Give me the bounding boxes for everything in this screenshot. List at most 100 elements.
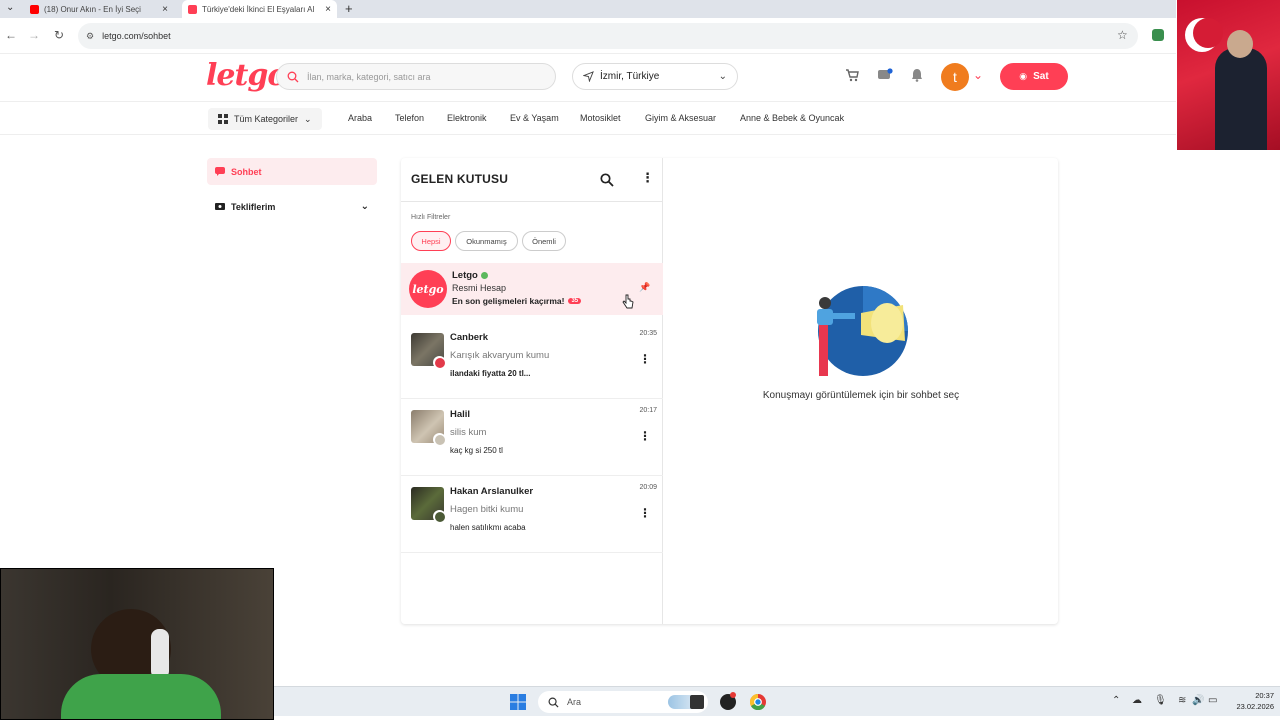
chevron-down-icon: ⌄ (304, 113, 312, 124)
letgo-avatar: letgo (409, 270, 447, 308)
sidebar-item-sohbet[interactable]: Sohbet (207, 158, 377, 185)
letgo-favicon-icon (188, 4, 197, 14)
person-shirt (61, 674, 221, 719)
empty-chat-illustration (817, 286, 908, 376)
volume-icon[interactable]: 🔊 (1192, 695, 1204, 706)
conversation-time: 20:17 (639, 407, 657, 414)
url-text: letgo.com/sohbet (102, 31, 171, 41)
empty-state-text: Konuşmayı görüntülemek için bir sohbet s… (762, 390, 960, 401)
more-options-icon[interactable]: ⋮ (639, 429, 651, 443)
system-clock[interactable]: 20:37 23.02.2026 (1236, 690, 1274, 712)
more-options-icon[interactable]: ⋮ (639, 506, 651, 520)
reload-icon[interactable]: ↻ (51, 28, 67, 42)
portrait-figure (1215, 48, 1267, 150)
hand-cursor-icon (622, 294, 634, 309)
location-select[interactable]: İzmir, Türkiye ⌄ (572, 63, 738, 90)
new-tab-icon[interactable]: + (345, 1, 353, 16)
category-elektronik[interactable]: Elektronik (447, 113, 487, 123)
inbox-header: GELEN KUTUSU ⋮ (401, 158, 663, 202)
search-icon[interactable] (600, 173, 614, 187)
user-avatar[interactable]: t (941, 63, 969, 91)
cart-icon[interactable] (845, 68, 859, 85)
windows-start-icon[interactable] (510, 694, 526, 710)
category-araba[interactable]: Araba (348, 113, 372, 123)
conversation-item[interactable]: Halil silis kum kaç kg si 250 tl 20:17 ⋮ (401, 399, 663, 476)
conversation-message-row: En son gelişmeleri kaçırma! 35 (452, 296, 582, 306)
conversation-item[interactable]: Hakan Arslanulker Hagen bitki kumu halen… (401, 476, 663, 553)
category-motosiklet[interactable]: Motosiklet (580, 113, 621, 123)
clock-time: 20:37 (1255, 691, 1274, 700)
chevron-down-icon[interactable]: ⌄ (973, 68, 983, 82)
notification-dot (730, 692, 736, 698)
conversation-message: kaç kg si 250 tl (450, 446, 503, 455)
letgo-logo[interactable]: letgo (206, 58, 287, 93)
conversation-name: Hakan Arslanulker (450, 486, 534, 497)
chrome-icon[interactable] (750, 694, 766, 710)
verified-badge-icon (480, 272, 488, 279)
site-info-icon[interactable]: ⚙ (86, 31, 94, 42)
crescent-cutout (1193, 18, 1223, 48)
conversation-item[interactable]: Canberk Karışık akvaryum kumu ilandaki f… (401, 322, 663, 399)
cloud-icon[interactable]: ☁ (1132, 695, 1142, 706)
filter-chip-okunmamis[interactable]: Okunmamış (455, 231, 518, 251)
bell-icon[interactable] (910, 68, 924, 85)
category-giyim-aksesuar[interactable]: Giyim & Aksesuar (645, 113, 716, 123)
extension-icon[interactable] (1152, 29, 1164, 41)
conversation-time: 20:09 (639, 484, 657, 491)
more-options-icon[interactable]: ⋮ (639, 352, 651, 366)
chat-icon[interactable] (877, 68, 893, 85)
user-badge-icon (433, 356, 446, 369)
conversation-listing-title: Hagen bitki kumu (450, 504, 524, 515)
browser-tab-youtube[interactable]: (18) Onur Akın - En İyi Seçi × (24, 0, 174, 18)
battery-icon[interactable]: ▭ (1208, 695, 1217, 706)
taskbar-search[interactable]: Ara (538, 691, 708, 713)
url-field[interactable]: ⚙ letgo.com/sohbet (78, 23, 1138, 49)
quick-filters-label: Hızlı Filtreler (411, 214, 451, 221)
clock-date: 23.02.2026 (1236, 702, 1274, 711)
filter-chip-onemli[interactable]: Önemli (522, 231, 566, 251)
unread-count-badge: 35 (568, 298, 582, 304)
chevron-up-icon[interactable]: ⌃ (1112, 695, 1120, 706)
taskbar: Ara ⌃ ☁ 🎙 ≋ 🔊 ▭ 20:37 23.02.2026 (274, 686, 1280, 716)
all-categories-button[interactable]: Tüm Kategoriler ⌄ (208, 108, 322, 130)
conversation-name-row: Letgo (452, 270, 488, 281)
taskbar-search-label: Ara (567, 697, 582, 707)
chevron-down-icon[interactable]: ⌄ (361, 201, 369, 212)
category-anne-bebek-oyuncak[interactable]: Anne & Bebek & Oyuncak (740, 113, 844, 123)
conversation-message: En son gelişmeleri kaçırma! (452, 296, 565, 306)
sidebar-item-tekliflerim[interactable]: Tekliflerim ⌄ (207, 193, 377, 220)
category-bar: Tüm Kategoriler ⌄ Araba Telefon Elektron… (0, 101, 1176, 135)
back-icon[interactable]: ← (3, 28, 19, 42)
browser-tab-bar: (18) Onur Akın - En İyi Seçi × Türkiye'd… (0, 0, 1176, 18)
inbox-title: GELEN KUTUSU (411, 172, 509, 186)
location-arrow-icon (583, 71, 594, 82)
filter-chip-hepsi[interactable]: Hepsi (411, 231, 451, 251)
sell-label: Sat (1033, 71, 1049, 82)
search-icon (548, 697, 559, 708)
category-telefon[interactable]: Telefon (395, 113, 424, 123)
grid-icon (218, 114, 228, 124)
category-ev-yasam[interactable]: Ev & Yaşam (510, 113, 559, 123)
microphone-icon[interactable]: 🎙 (1154, 695, 1167, 706)
browser-tab-letgo[interactable]: Türkiye'deki İkinci El Eşyaları Al × (182, 0, 337, 18)
inbox: GELEN KUTUSU ⋮ Hızlı Filtreler Hepsi Oku… (401, 158, 663, 624)
tab-list-chevron-icon[interactable]: ⌄ (6, 2, 14, 13)
conversation-subtitle: Resmi Hesap (452, 283, 507, 293)
conversation-message: ilandaki fiyatta 20 tl... (450, 369, 531, 378)
pin-icon[interactable]: 📌 (639, 282, 650, 293)
wifi-icon[interactable]: ≋ (1178, 695, 1186, 706)
sidebar-item-label: Tekliflerim (231, 201, 276, 212)
search-input[interactable]: İlan, marka, kategori, satıcı ara (276, 63, 556, 90)
bookmark-star-icon[interactable]: ☆ (1117, 28, 1128, 42)
search-icon (287, 71, 299, 82)
forward-icon[interactable]: → (26, 28, 42, 42)
more-options-icon[interactable]: ⋮ (641, 170, 654, 186)
youtube-icon (30, 4, 39, 14)
task-view-icon[interactable] (690, 695, 704, 709)
all-categories-label: Tüm Kategoriler (234, 114, 299, 124)
close-icon[interactable]: × (162, 4, 168, 15)
close-icon[interactable]: × (325, 4, 331, 15)
sell-button[interactable]: ◉ Sat (1000, 63, 1068, 90)
flag-portrait-image (1177, 0, 1280, 150)
conversation-listing-title: Karışık akvaryum kumu (450, 350, 550, 361)
